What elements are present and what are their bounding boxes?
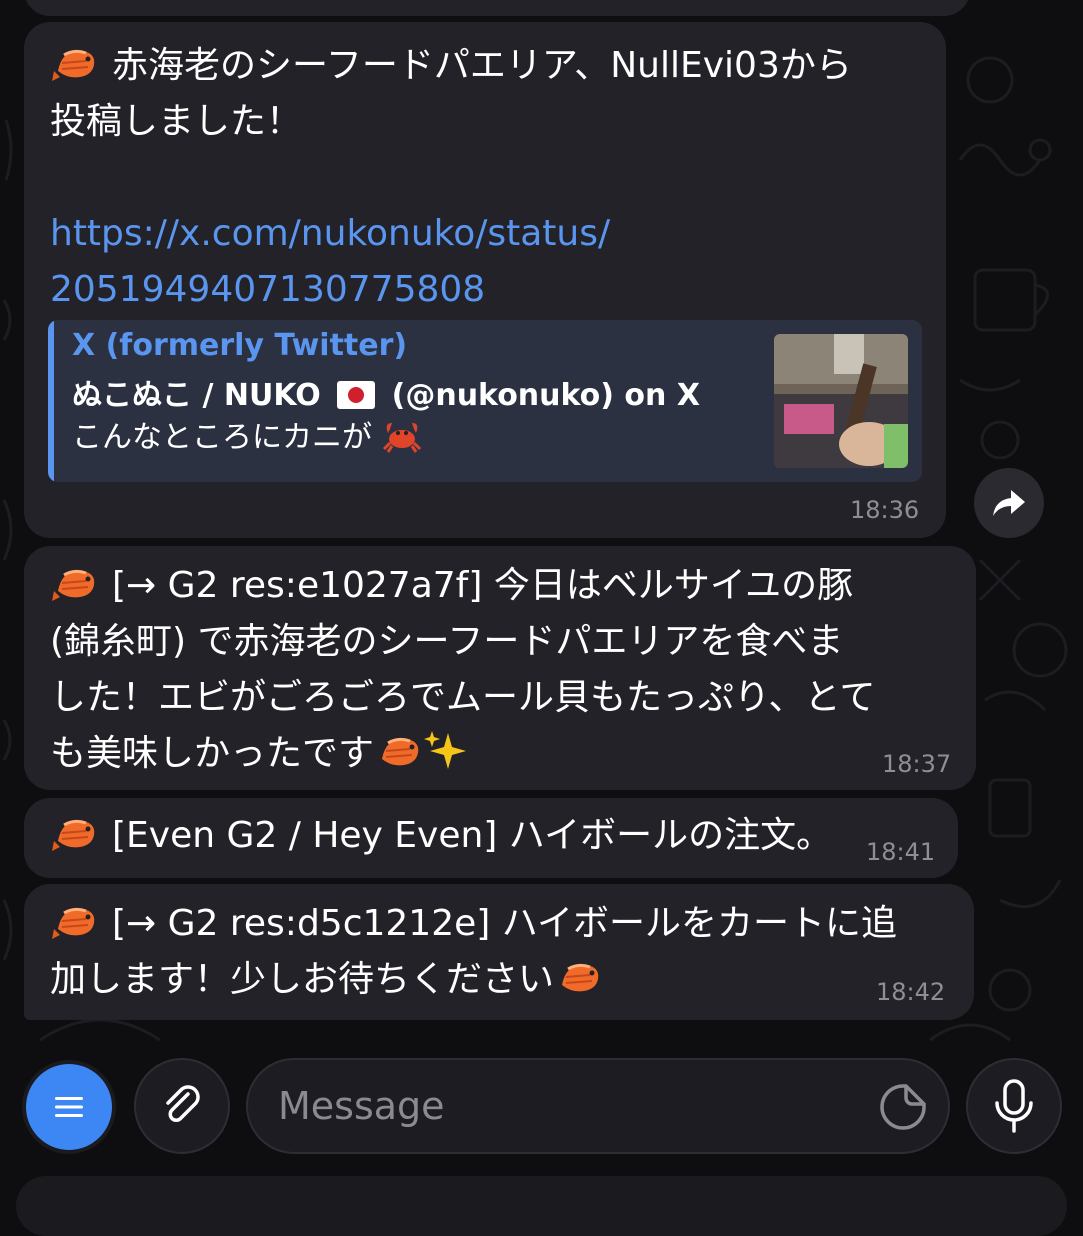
message-text: [Even G2 / Hey Even] ハイボールの注文。	[50, 808, 934, 864]
message-text-line: (錦糸町) で赤海老のシーフードパエリアを食べま	[50, 621, 844, 662]
sticker-button[interactable]	[878, 1082, 928, 1132]
preview-site-name: X (formerly Twitter)	[72, 328, 408, 363]
tweet-link[interactable]: https://x.com/nukonuko/status/	[50, 206, 922, 262]
previous-message-bubble	[24, 0, 970, 16]
message-timestamp: 18:37	[882, 750, 952, 778]
message-bubble[interactable]: [→ G2 res:d5c1212e] ハイボールをカートに追 加します！少しお…	[24, 884, 974, 1020]
message-text: [→ G2 res:e1027a7f] 今日はベルサイユの豚 (錦糸町) で赤海…	[50, 558, 952, 782]
preview-title: ぬこぬこ / NUKO (@nukonuko) on X	[72, 370, 700, 414]
crab-emoji-icon	[382, 423, 421, 453]
message-input-placeholder: Message	[278, 1084, 445, 1128]
shrimp-emoji-icon	[382, 737, 419, 766]
paperclip-icon	[166, 1085, 200, 1122]
message-bubble[interactable]: 赤海老のシーフードパエリア、NullEvi03から 投稿しました！ https:…	[24, 22, 946, 538]
attach-button[interactable]	[134, 1058, 230, 1154]
microphone-icon	[995, 1079, 1033, 1133]
preview-title-name: ぬこぬこ / NUKO	[72, 378, 321, 413]
sticker-icon	[880, 1084, 926, 1130]
menu-button[interactable]	[26, 1064, 112, 1150]
shrimp-emoji-icon	[52, 569, 95, 601]
bottom-bar	[16, 1176, 1067, 1236]
message-text-line: [→ G2 res:e1027a7f] 今日はベルサイユの豚	[112, 565, 854, 606]
message-text-line: [→ G2 res:d5c1212e] ハイボールをカートに追	[112, 903, 898, 944]
shrimp-emoji-icon	[562, 963, 599, 992]
sparkles-emoji-icon	[424, 731, 467, 769]
message-text-line: も美味しかったです	[50, 733, 375, 774]
message-input[interactable]: Message	[246, 1058, 950, 1154]
message-text-line: した！エビがごろごろでムール貝もたっぷり、とて	[50, 677, 876, 718]
message-timestamp: 18:42	[876, 978, 946, 1006]
preview-accent-bar	[48, 320, 54, 482]
message-timestamp: 18:36	[850, 496, 920, 524]
message-text-line: 投稿しました！	[50, 101, 303, 142]
message-text: [→ G2 res:d5c1212e] ハイボールをカートに追 加します！少しお…	[50, 896, 950, 1008]
forward-button[interactable]	[974, 468, 1044, 538]
link-preview-card[interactable]: X (formerly Twitter) ぬこぬこ / NUKO (@nukon…	[48, 320, 922, 482]
shrimp-emoji-icon	[52, 819, 95, 851]
preview-title-handle: (@nukonuko) on X	[391, 378, 700, 413]
preview-description-text: こんなところにカニが	[72, 420, 372, 455]
message-timestamp: 18:41	[866, 838, 936, 866]
preview-thumbnail-image	[774, 334, 908, 468]
menu-icon	[55, 1097, 83, 1117]
message-bubble[interactable]: [→ G2 res:e1027a7f] 今日はベルサイユの豚 (錦糸町) で赤海…	[24, 546, 976, 790]
tweet-link[interactable]: 2051949407130775808	[50, 262, 922, 318]
japan-flag-icon	[337, 381, 376, 409]
message-bubble[interactable]: [Even G2 / Hey Even] ハイボールの注文。 18:41	[24, 798, 958, 878]
message-text-line: 赤海老のシーフードパエリア、NullEvi03から	[112, 45, 852, 86]
voice-record-button[interactable]	[966, 1058, 1062, 1154]
preview-description: こんなところにカニが	[72, 412, 422, 456]
forward-icon	[993, 490, 1025, 516]
message-text-line: [Even G2 / Hey Even] ハイボールの注文。	[112, 815, 833, 856]
message-text: 赤海老のシーフードパエリア、NullEvi03から 投稿しました！	[50, 38, 922, 150]
shrimp-emoji-icon	[52, 49, 95, 81]
message-text-line: 加します！少しお待ちください	[50, 959, 555, 1000]
shrimp-emoji-icon	[52, 907, 95, 939]
